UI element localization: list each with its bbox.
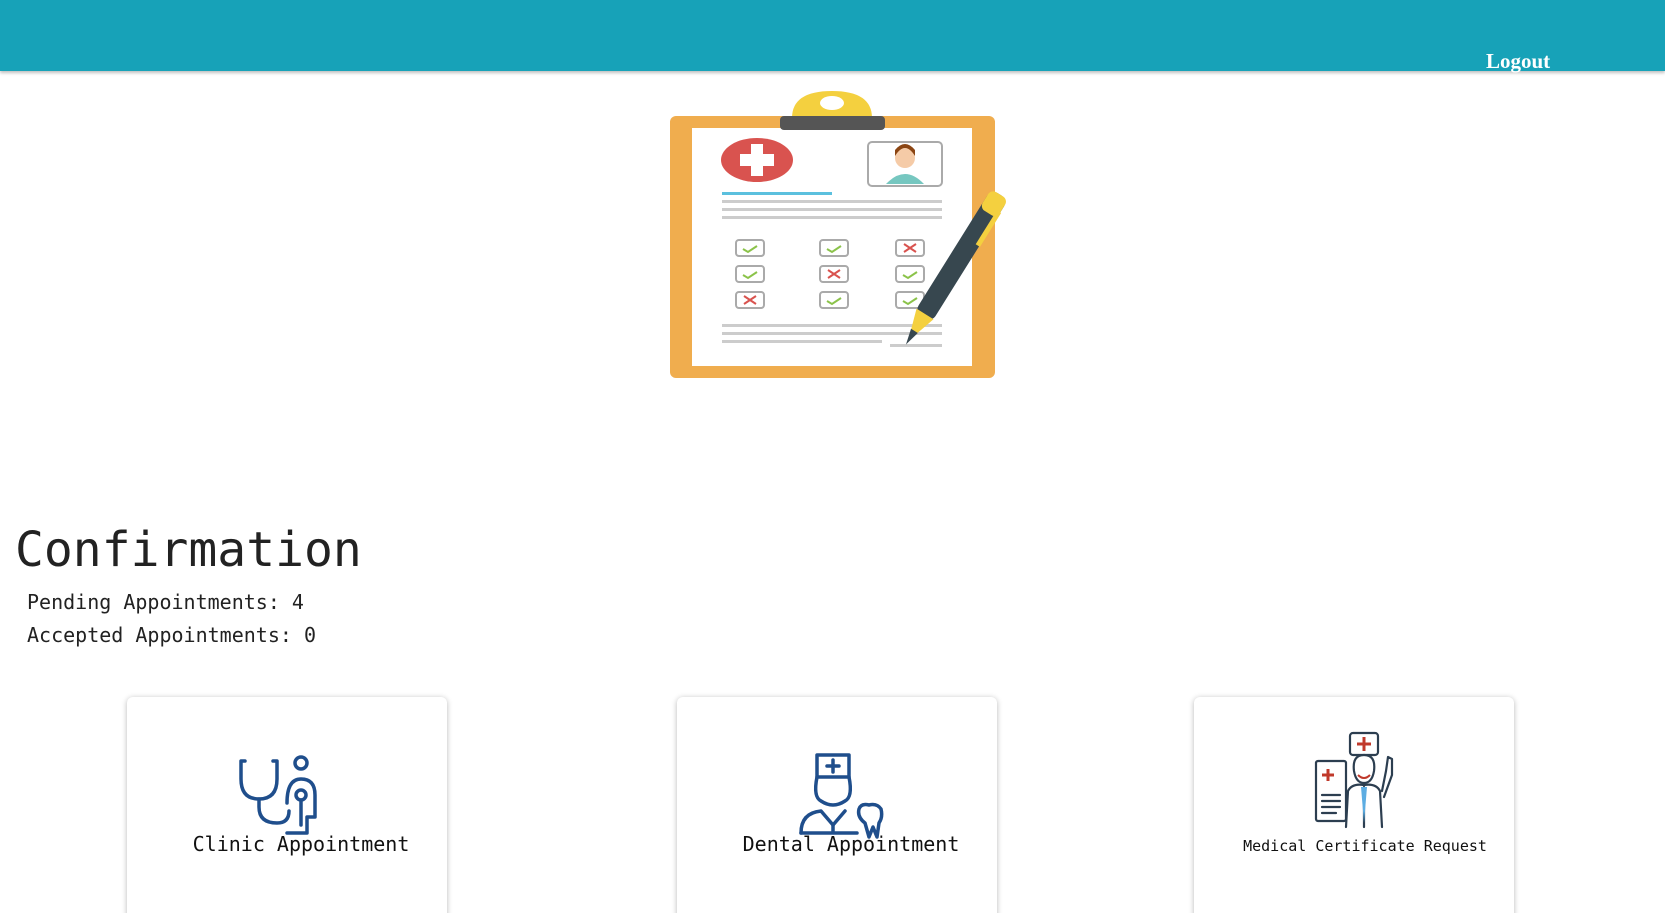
medical-certificate-card[interactable]: Medical Certificate Request — [1194, 697, 1514, 913]
doctor-certificate-icon — [1314, 731, 1394, 829]
clinic-appointment-card[interactable]: Clinic Appointment — [127, 697, 447, 913]
card-label: Dental Appointment — [742, 832, 960, 856]
page-title: Confirmation — [15, 522, 362, 578]
dental-appointment-card[interactable]: Dental Appointment — [677, 697, 997, 913]
top-navbar: Logout — [0, 0, 1665, 74]
clipboard-checklist-icon — [670, 91, 1006, 378]
accepted-appointments-count: Accepted Appointments: 0 — [27, 623, 316, 647]
card-label: Clinic Appointment — [192, 832, 410, 856]
stethoscope-icon — [239, 755, 317, 835]
logout-link[interactable]: Logout — [1486, 49, 1550, 74]
card-label: Medical Certificate Request — [1243, 837, 1487, 855]
pending-appointments-count: Pending Appointments: 4 — [27, 590, 304, 614]
dental-nurse-icon — [799, 753, 884, 839]
